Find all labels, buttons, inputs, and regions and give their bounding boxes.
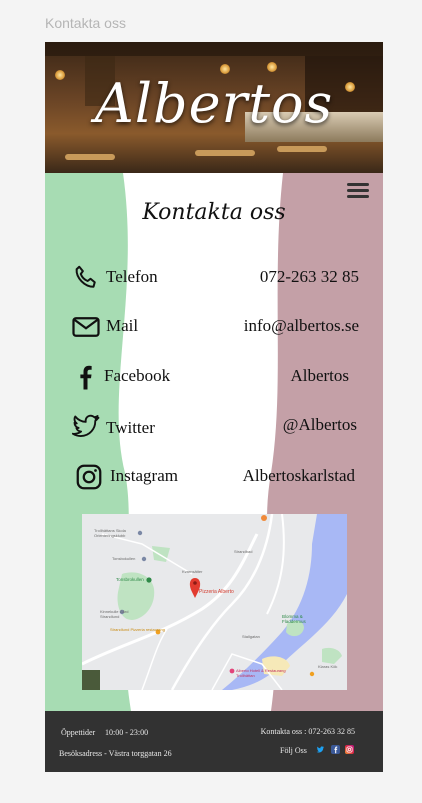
contact-value[interactable]: Albertos [290,366,349,386]
footer: Öppettider 10:00 - 23:00 Besöksadress - … [45,711,383,772]
logo: Albertos [94,72,334,135]
contact-label: Instagram [110,466,178,485]
follow-label: Följ Oss [280,746,307,755]
map-label: Blomma & Fladdermus [282,614,306,624]
map-label: Strandlund Pizzeria restaurang [110,627,165,632]
phone-icon [75,265,96,288]
map-label: Trollhättans Skola Orienteringsklubb [94,528,126,538]
map-pin-label[interactable]: Pizzeria Alberto [199,589,234,595]
map-label: Tonsbrokullen [116,577,144,582]
contact-label: Twitter [106,418,155,437]
contact-label: Telefon [106,267,158,286]
facebook-icon [80,365,92,390]
main-content: Kontakta oss Telefon 072-263 32 85 Mail … [45,173,383,711]
contact-label: Mail [106,316,139,335]
facebook-icon[interactable] [331,745,340,754]
contact-row-instagram[interactable]: Instagram Albertoskarlstad [45,460,383,494]
map-label: Kinnekulle Gård Strandlund [100,609,129,619]
contact-row-mail[interactable]: Mail info@albertos.se [45,310,383,344]
contact-label: Facebook [104,366,171,385]
page-frame: Albertos Kontakta oss Telefon 072-263 32… [45,42,383,772]
address-text: Besöksadress - Västra torggatan 26 [59,749,172,758]
window-title: Kontakta oss [45,15,126,31]
contact-value[interactable]: 072-263 32 85 [260,267,359,287]
hours-value: 10:00 - 23:00 [105,728,149,737]
contact-value[interactable]: @Albertos [283,415,357,435]
map-label: Tonsbokullen [112,556,136,561]
contact-row-twitter[interactable]: Twitter @Albertos [45,409,383,443]
location-map[interactable]: Pizzeria Alberto Trollhättans Skola Orie… [82,514,347,690]
contact-row-telefon[interactable]: Telefon 072-263 32 85 [45,261,383,295]
instagram-icon[interactable] [345,745,354,754]
map-label: Alberto Hotell & Restaurang Trollhättan [236,668,286,678]
map-graphic [82,514,347,690]
menu-button[interactable] [347,183,369,199]
footer-contact[interactable]: Kontakta oss : 072-263 32 85 [261,727,355,736]
map-label: Strandbad [234,549,253,554]
instagram-icon [76,464,102,490]
contact-row-facebook[interactable]: Facebook Albertos [45,360,383,394]
twitter-icon [71,414,100,437]
contact-value[interactable]: Albertoskarlstad [243,466,355,486]
map-label: Kvarnsätter [182,569,203,574]
hero-banner: Albertos [45,42,383,173]
twitter-icon[interactable] [316,745,325,754]
contact-value[interactable]: info@albertos.se [244,316,359,336]
page-title: Kontakta oss [142,200,286,225]
mail-icon [72,317,100,337]
map-label: Klaras Kök [318,664,338,669]
hours-label: Öppettider [61,728,96,737]
map-label: Stallgatan [242,634,260,639]
